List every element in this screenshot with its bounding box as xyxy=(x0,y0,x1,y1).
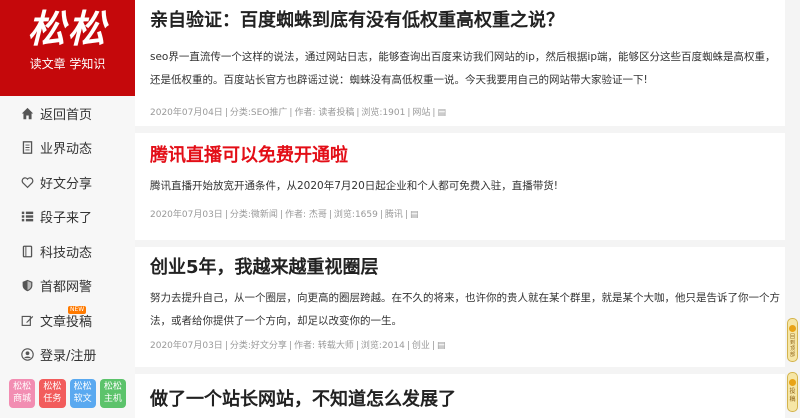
app-label: 松松 xyxy=(13,382,32,392)
sidebar-item-jokes[interactable]: 段子来了 xyxy=(0,200,135,235)
app-tasks-button[interactable]: 松松 任务 xyxy=(39,379,66,408)
sidebar-item-label: 段子来了 xyxy=(40,211,93,227)
sidebar-item-label: 好文分享 xyxy=(40,176,93,192)
user-icon xyxy=(20,348,34,362)
post-meta: 2020年07月04日 | 分类:SEO推广 | 作者: 读者投稿 | 浏览:1901 | 网站… xyxy=(150,108,446,118)
logo-slogan: 读文章 学知识 xyxy=(29,57,106,71)
post-title[interactable]: 创业5年，我越来越重视圈层 xyxy=(150,256,785,280)
home-icon xyxy=(20,106,34,120)
list-icon xyxy=(20,210,34,224)
sidebar-item-good-articles[interactable]: 好文分享 xyxy=(0,165,135,200)
comment-icon[interactable]: ▤ xyxy=(437,108,446,118)
sidebar-item-home[interactable]: 返回首页 xyxy=(0,96,135,131)
post-title[interactable]: 做了一个站长网站，不知道怎么发展了 xyxy=(150,388,785,412)
app-label: 松松 xyxy=(73,382,92,392)
site-logo[interactable]: 松松 读文章 学知识 xyxy=(0,0,135,96)
comment-icon[interactable]: ▤ xyxy=(410,210,419,220)
new-badge: NEW xyxy=(68,306,87,314)
post-card: 亲自验证：百度蜘蛛到底有没有低权重高权重之说？ seo界一直流传一个这样的说法，… xyxy=(135,0,785,126)
back-to-top-button[interactable]: 回到顶部 xyxy=(787,318,798,362)
sidebar-item-label: 科技动态 xyxy=(40,245,93,261)
app-label: 商城 xyxy=(13,394,32,404)
app-shortcuts: 松松商城 松松任务 松松软文 松松主机 xyxy=(0,376,135,418)
back-to-top-icon xyxy=(789,325,796,332)
app-softarticle-button[interactable]: 松松 软文 xyxy=(69,379,96,408)
submit-float-icon xyxy=(789,379,796,386)
post-category[interactable]: 分类:微新闻 xyxy=(230,210,278,220)
heart-icon xyxy=(20,175,34,189)
post-tag[interactable]: 腾讯 xyxy=(385,210,403,220)
post-tag[interactable]: 创业 xyxy=(412,341,430,351)
sidebar-nav: 返回首页 业界动态 好文分享 段子来了 科技动态 首都网警 文章投稿 NEW 登… xyxy=(0,96,135,372)
post-views: 浏览:2014 xyxy=(360,341,405,351)
app-label: 任务 xyxy=(43,394,62,404)
post-excerpt: 努力去提升自己，从一个圈层，向更高的圈层跨越。在不久的将来，也许你的贵人就在某个… xyxy=(150,292,780,327)
app-label: 松松 xyxy=(43,382,62,392)
post-card: 做了一个站长网站，不知道怎么发展了 xyxy=(135,374,785,418)
sidebar: 松松 读文章 学知识 返回首页 业界动态 好文分享 段子来了 科技动态 首都网警 xyxy=(0,0,135,418)
post-card: 创业5年，我越来越重视圈层 努力去提升自己，从一个圈层，向更高的圈层跨越。在不久… xyxy=(135,247,785,367)
post-views: 浏览:1901 xyxy=(361,108,406,118)
post-date: 2020年07月03日 xyxy=(150,210,223,220)
app-mall-button[interactable]: 松松 商城 xyxy=(9,379,36,408)
logo-text: 松松 xyxy=(27,6,108,51)
edit-icon xyxy=(20,313,34,327)
sidebar-item-login[interactable]: 登录/注册 xyxy=(0,338,135,373)
back-to-top-label: 回到顶部 xyxy=(789,334,795,358)
post-category[interactable]: 分类:好文分享 xyxy=(230,341,287,351)
app-label: 主机 xyxy=(103,394,122,404)
post-list: 亲自验证：百度蜘蛛到底有没有低权重高权重之说？ seo界一直流传一个这样的说法，… xyxy=(135,0,785,418)
post-title[interactable]: 亲自验证：百度蜘蛛到底有没有低权重高权重之说？ xyxy=(150,9,785,33)
app-label: 软文 xyxy=(73,394,92,404)
post-date: 2020年07月03日 xyxy=(150,341,223,351)
sidebar-item-tech-news[interactable]: 科技动态 xyxy=(0,234,135,269)
book-icon xyxy=(20,244,34,258)
post-excerpt: 腾讯直播开始放宽开通条件，从2020年7月20日起企业和个人都可免费入驻，直播带… xyxy=(150,180,558,192)
post-card: 腾讯直播可以免费开通啦 腾讯直播开始放宽开通条件，从2020年7月20日起企业和… xyxy=(135,133,785,240)
post-excerpt: seo界一直流传一个这样的说法，通过网站日志，能够查询出百度来访我们网站的ip，… xyxy=(150,51,776,86)
post-title[interactable]: 腾讯直播可以免费开通啦 xyxy=(150,144,785,168)
post-meta: 2020年07月03日 | 分类:好文分享 | 作者: 转载大师 | 浏览:2014 | 创业 |… xyxy=(150,341,446,351)
sidebar-item-label: 返回首页 xyxy=(40,107,93,123)
post-date: 2020年07月04日 xyxy=(150,108,223,118)
sidebar-item-label: 首都网警 xyxy=(40,280,93,296)
sidebar-item-label: 业界动态 xyxy=(40,142,93,158)
app-label: 松松 xyxy=(103,382,122,392)
post-author[interactable]: 作者: 读者投稿 xyxy=(294,108,354,118)
post-author[interactable]: 作者: 杰哥 xyxy=(285,210,327,220)
submit-float-label: 投稿 xyxy=(789,388,796,403)
post-views: 浏览:1659 xyxy=(333,210,378,220)
comment-icon[interactable]: ▤ xyxy=(437,341,446,351)
post-category[interactable]: 分类:SEO推广 xyxy=(230,108,288,118)
sidebar-item-label: 登录/注册 xyxy=(40,349,97,365)
shield-icon xyxy=(20,279,34,293)
submit-float-button[interactable]: 投稿 xyxy=(787,372,798,412)
post-meta: 2020年07月03日 | 分类:微新闻 | 作者: 杰哥 | 浏览:1659 | 腾讯 | ▤ xyxy=(150,210,419,220)
app-hosting-button[interactable]: 松松 主机 xyxy=(99,379,126,408)
sidebar-item-industry-news[interactable]: 业界动态 xyxy=(0,131,135,166)
sidebar-item-cyber-police[interactable]: 首都网警 xyxy=(0,269,135,304)
sidebar-item-submit-article[interactable]: 文章投稿 NEW xyxy=(0,303,135,338)
post-tag[interactable]: 网站 xyxy=(412,108,430,118)
document-icon xyxy=(20,141,34,155)
post-author[interactable]: 作者: 转载大师 xyxy=(294,341,354,351)
